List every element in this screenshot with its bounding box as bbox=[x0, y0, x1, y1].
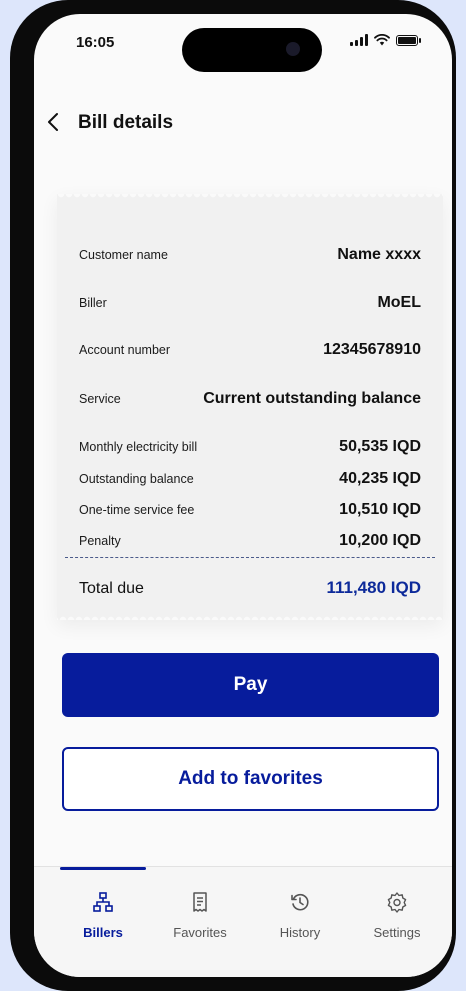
battery-icon bbox=[396, 34, 421, 46]
account-number-label: Account number bbox=[79, 343, 171, 357]
wifi-icon bbox=[374, 34, 390, 46]
biller-value: MoEL bbox=[377, 294, 421, 311]
line-item-row: One-time service fee 10,510 IQD bbox=[79, 501, 421, 519]
bottom-nav: Billers Favorites History Settings bbox=[34, 866, 452, 977]
nav-item-history[interactable]: History bbox=[255, 891, 345, 940]
sitemap-icon bbox=[93, 892, 113, 912]
phone-frame: 16:05 Bill details Customer name Name xx… bbox=[10, 0, 456, 991]
line-item-value: 50,535 IQD bbox=[339, 438, 421, 455]
account-number-value: 12345678910 bbox=[323, 341, 421, 358]
gear-icon bbox=[387, 892, 407, 913]
status-icons bbox=[350, 34, 421, 46]
pay-button[interactable]: Pay bbox=[62, 653, 439, 717]
total-due-value: 111,480 IQD bbox=[326, 578, 421, 597]
line-item-label: Penalty bbox=[79, 534, 121, 548]
nav-label-billers: Billers bbox=[83, 925, 123, 940]
biller-row: Biller MoEL bbox=[79, 294, 421, 312]
nav-label-favorites: Favorites bbox=[173, 925, 227, 940]
customer-name-value: Name xxxx bbox=[337, 246, 421, 263]
add-to-favorites-button[interactable]: Add to favorites bbox=[62, 747, 439, 811]
account-number-row: Account number 12345678910 bbox=[79, 341, 421, 359]
active-tab-indicator bbox=[60, 867, 146, 870]
dashed-divider bbox=[65, 557, 435, 558]
signal-icon bbox=[350, 34, 368, 46]
page-header: Bill details bbox=[34, 104, 452, 144]
service-value: Current outstanding balance bbox=[203, 390, 421, 407]
bill-receipt: Customer name Name xxxx Biller MoEL Acco… bbox=[57, 194, 443, 620]
nav-label-history: History bbox=[279, 925, 321, 940]
receipt-edge-top bbox=[57, 194, 443, 202]
nav-item-billers[interactable]: Billers bbox=[58, 891, 148, 940]
biller-label: Biller bbox=[79, 296, 107, 310]
app-screen: 16:05 Bill details Customer name Name xx… bbox=[34, 14, 452, 977]
receipt-edge-bottom bbox=[57, 612, 443, 620]
total-due-row: Total due 111,480 IQD bbox=[79, 578, 421, 598]
history-icon bbox=[291, 893, 309, 911]
line-item-label: One-time service fee bbox=[79, 503, 195, 517]
nav-item-settings[interactable]: Settings bbox=[352, 891, 442, 940]
page-title: Bill details bbox=[78, 112, 174, 133]
line-item-label: Outstanding balance bbox=[79, 472, 194, 486]
customer-name-label: Customer name bbox=[79, 248, 168, 262]
line-item-row: Outstanding balance 40,235 IQD bbox=[79, 470, 421, 488]
service-row: Service Current outstanding balance bbox=[79, 390, 421, 408]
nav-label-settings: Settings bbox=[373, 925, 421, 940]
total-due-label: Total due bbox=[79, 580, 144, 597]
camera-icon bbox=[286, 42, 300, 56]
line-item-label: Monthly electricity bill bbox=[79, 440, 198, 454]
dynamic-island bbox=[182, 28, 322, 72]
service-label: Service bbox=[79, 392, 121, 406]
customer-name-row: Customer name Name xxxx bbox=[79, 246, 421, 264]
nav-item-favorites[interactable]: Favorites bbox=[155, 891, 245, 940]
line-item-row: Monthly electricity bill 50,535 IQD bbox=[79, 438, 421, 456]
line-item-row: Penalty 10,200 IQD bbox=[79, 532, 421, 550]
line-item-value: 10,200 IQD bbox=[339, 532, 421, 549]
status-time: 16:05 bbox=[76, 34, 115, 51]
line-item-value: 10,510 IQD bbox=[339, 501, 421, 518]
line-item-value: 40,235 IQD bbox=[339, 470, 421, 487]
chevron-left-icon[interactable] bbox=[44, 110, 64, 134]
receipt-icon bbox=[193, 892, 207, 912]
